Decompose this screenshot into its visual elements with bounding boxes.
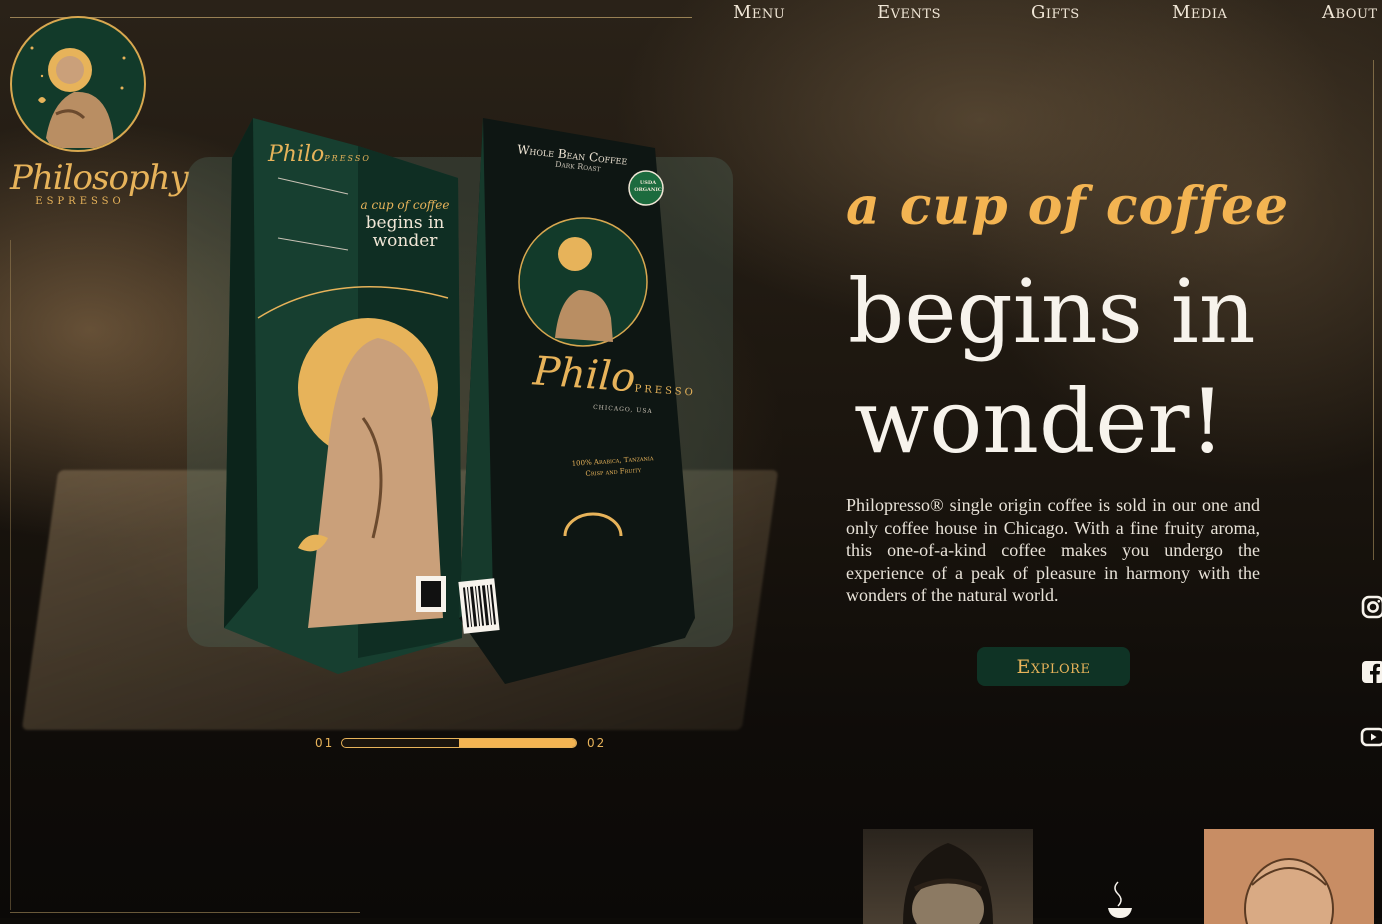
youtube-icon[interactable] [1360, 724, 1382, 750]
brand-logo[interactable]: Philosophy ESPRESSO [10, 16, 189, 207]
frame-line [1373, 60, 1374, 560]
coffee-bag-right: Whole Bean Coffee Dark Roast USDA ORGANI… [455, 118, 700, 684]
facebook-icon[interactable] [1360, 659, 1382, 685]
slide-progress-bar[interactable] [341, 738, 577, 748]
hero-title-line-2: wonder! [854, 370, 1225, 473]
portrait-card-2[interactable] [1204, 829, 1374, 924]
instagram-icon[interactable] [1360, 594, 1382, 620]
slide-end-number: 02 [587, 736, 607, 750]
explore-button[interactable]: Explore [977, 647, 1130, 686]
slide-progress-fill [459, 739, 576, 747]
hero-script-title: a cup of coffee [846, 176, 1290, 237]
coffee-cup-icon [1098, 880, 1142, 918]
main-nav: Menu Events Gifts Media About [700, 2, 1382, 26]
brand-name: Philosophy [10, 158, 189, 198]
bag-left-brand: PhiloPRESSO [268, 142, 371, 167]
hero-title-line-1: begins in [848, 260, 1256, 363]
nav-item-events[interactable]: Events [877, 2, 941, 23]
nav-item-menu[interactable]: Menu [733, 2, 785, 23]
nav-item-about[interactable]: About [1322, 2, 1378, 23]
philosopher-emblem-icon [10, 16, 146, 152]
nav-item-media[interactable]: Media [1172, 2, 1227, 23]
portrait-card-1[interactable] [863, 829, 1033, 924]
coffee-bag-left: PhiloPRESSO a cup of coffee begins in wo… [218, 118, 464, 678]
frame-line [10, 240, 11, 910]
hero-description: Philopresso® single origin coffee is sol… [846, 495, 1260, 605]
frame-line [10, 912, 360, 913]
organic-badge: USDA ORGANIC [634, 180, 662, 193]
bag-left-tagline: a cup of coffee begins in wonder [360, 198, 450, 251]
nav-item-gifts[interactable]: Gifts [1031, 2, 1080, 23]
slide-start-number: 01 [315, 736, 335, 750]
